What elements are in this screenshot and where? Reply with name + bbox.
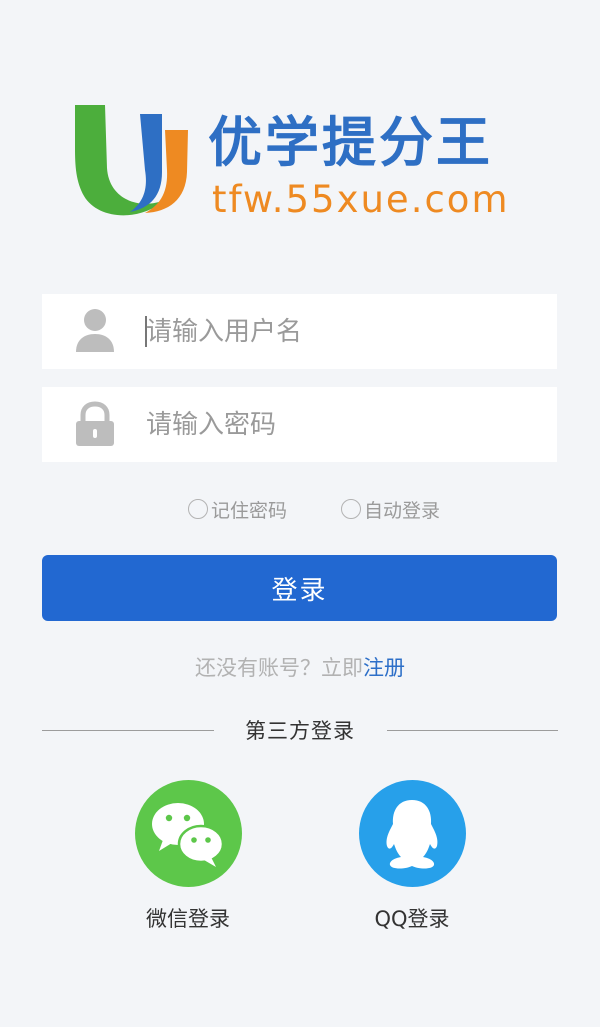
login-options: 记住密码 自动登录	[0, 494, 600, 524]
username-field[interactable]	[42, 294, 557, 369]
qq-icon	[386, 800, 437, 869]
brand-url: tfw.55xue.com	[212, 178, 510, 221]
app-logo: 优学提分王 tfw.55xue.com	[70, 100, 510, 230]
remember-password-label: 记住密码	[211, 499, 288, 522]
lock-icon	[76, 401, 114, 446]
third-party-divider: 第三方登录	[0, 716, 600, 746]
username-input[interactable]	[146, 294, 536, 369]
wechat-login-button[interactable]: 微信登录	[113, 780, 263, 940]
wechat-icon	[151, 803, 224, 867]
auto-login-radio[interactable]	[341, 499, 361, 519]
brand-u-icon	[75, 105, 188, 216]
register-prompt: 还没有账号？立即注册	[0, 652, 600, 682]
qq-login-button[interactable]: QQ登录	[337, 780, 487, 940]
register-prompt-text: 还没有账号？立即	[195, 656, 363, 680]
remember-password-radio[interactable]	[188, 499, 208, 519]
divider-right	[387, 730, 558, 731]
auto-login-label: 自动登录	[364, 499, 441, 522]
login-button[interactable]: 登录	[42, 555, 557, 621]
auto-login-option[interactable]: 自动登录	[341, 494, 440, 524]
remember-password-option[interactable]: 记住密码	[188, 494, 287, 524]
user-icon	[76, 309, 114, 352]
wechat-login-label: 微信登录	[146, 907, 230, 931]
password-input[interactable]	[146, 387, 536, 462]
wechat-circle[interactable]	[134, 780, 242, 887]
qq-circle[interactable]	[358, 780, 466, 887]
qq-login-label: QQ登录	[374, 907, 450, 931]
register-link[interactable]: 注册	[363, 656, 405, 680]
password-field[interactable]	[42, 387, 557, 462]
third-party-title: 第三方登录	[245, 719, 355, 743]
brand-name: 优学提分王	[208, 111, 493, 174]
